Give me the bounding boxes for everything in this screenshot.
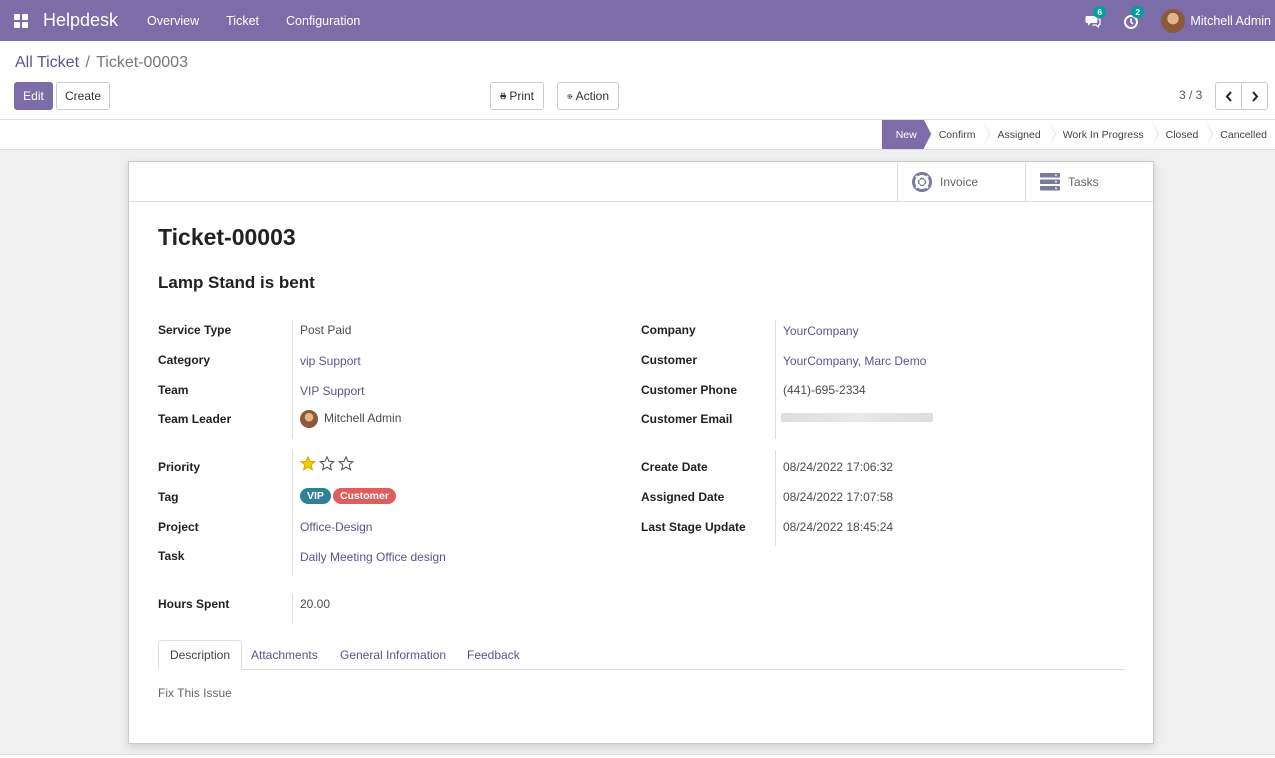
notebook-tabs: Description Attachments General Informat…	[158, 640, 1125, 670]
breadcrumb-separator: /	[85, 54, 90, 71]
invoice-smart-button[interactable]: Invoice	[897, 162, 1025, 202]
messages-icon[interactable]: 6	[1085, 5, 1107, 29]
company-label: Company	[641, 323, 696, 337]
priority-stars[interactable]	[299, 455, 357, 474]
activities-badge: 2	[1131, 5, 1145, 18]
tag-list: VIP Customer	[300, 488, 398, 504]
task-label: Task	[158, 549, 185, 563]
stage-work-in-progress[interactable]: Work In Progress	[1047, 120, 1159, 149]
print-icon	[500, 92, 506, 100]
print-button[interactable]: Print	[490, 82, 544, 110]
breadcrumb: All Ticket / Ticket-00003	[15, 54, 188, 72]
star-empty-icon[interactable]	[318, 455, 336, 474]
action-label: Action	[575, 89, 609, 103]
tag-customer: Customer	[332, 488, 396, 504]
user-name[interactable]: Mitchell Admin	[1190, 14, 1271, 28]
create-date-label: Create Date	[641, 460, 708, 474]
activities-clock-icon[interactable]: 2	[1123, 5, 1145, 29]
menu-overview[interactable]: Overview	[147, 14, 199, 28]
app-brand[interactable]: Helpdesk	[43, 10, 118, 31]
ticket-form-sheet: Invoice Tasks Ticket-00003 Lamp Stand is…	[128, 161, 1154, 744]
tab-feedback[interactable]: Feedback	[456, 640, 531, 670]
left-group2-divider	[292, 450, 293, 576]
messages-badge: 6	[1093, 5, 1107, 18]
control-panel: All Ticket / Ticket-00003 Edit Create Pr…	[0, 41, 1275, 120]
team-leader-value[interactable]: Mitchell Admin	[300, 410, 401, 428]
chevron-right-icon	[1251, 90, 1258, 102]
pager-previous-button[interactable]	[1215, 82, 1242, 110]
service-type-value: Post Paid	[300, 323, 352, 337]
user-avatar[interactable]	[1161, 8, 1186, 33]
stage-confirm[interactable]: Confirm	[923, 120, 991, 149]
tag-label: Tag	[158, 490, 179, 504]
action-button[interactable]: Action	[557, 82, 619, 110]
ticket-number: Ticket-00003	[158, 224, 296, 250]
apps-menu-icon[interactable]	[14, 13, 28, 28]
category-link[interactable]: vip Support	[300, 354, 361, 368]
stage-cancelled[interactable]: Cancelled	[1205, 120, 1275, 149]
create-button[interactable]: Create	[56, 82, 110, 110]
tasks-label: Tasks	[1068, 175, 1099, 189]
hours-spent-label: Hours Spent	[158, 597, 230, 611]
chevron-left-icon	[1225, 90, 1232, 102]
project-label: Project	[158, 520, 199, 534]
team-leader-label: Team Leader	[158, 412, 232, 426]
tasks-icon	[1040, 173, 1060, 191]
stage-pipeline: New Confirm Assigned Work In Progress Cl…	[881, 120, 1275, 149]
team-label: Team	[158, 383, 189, 397]
project-link[interactable]: Office-Design	[300, 520, 372, 534]
stage-assigned[interactable]: Assigned	[982, 120, 1056, 149]
stage-closed[interactable]: Closed	[1150, 120, 1213, 149]
footer-strip	[0, 754, 1275, 758]
top-navbar: Helpdesk Overview Ticket Configuration 6…	[0, 0, 1275, 41]
customer-label: Customer	[641, 353, 698, 367]
breadcrumb-current: Ticket-00003	[96, 54, 188, 71]
print-label: Print	[509, 89, 534, 103]
assigned-date-value: 08/24/2022 17:07:58	[783, 490, 894, 504]
team-leader-name: Mitchell Admin	[324, 411, 402, 426]
last-stage-update-value: 08/24/2022 18:45:24	[783, 520, 894, 534]
task-link[interactable]: Daily Meeting Office design	[300, 550, 446, 564]
pager-value: 3 / 3	[1179, 88, 1203, 102]
invoice-label: Invoice	[940, 175, 979, 189]
company-link[interactable]: YourCompany	[783, 324, 859, 338]
customer-link[interactable]: YourCompany, Marc Demo	[783, 354, 926, 368]
tasks-smart-button[interactable]: Tasks	[1025, 162, 1153, 202]
menu-ticket[interactable]: Ticket	[226, 14, 259, 28]
customer-phone-value: (441)-695-2334	[783, 383, 866, 397]
customer-email-redacted	[781, 410, 933, 424]
star-empty-icon[interactable]	[337, 455, 355, 474]
tab-attachments[interactable]: Attachments	[240, 640, 329, 670]
left-group-divider	[292, 320, 293, 439]
right-group-divider	[775, 320, 776, 439]
service-type-label: Service Type	[158, 323, 232, 337]
customer-phone-label: Customer Phone	[641, 383, 738, 397]
description-content: Fix This Issue	[158, 686, 232, 700]
hours-divider	[292, 594, 293, 624]
assigned-date-label: Assigned Date	[641, 490, 725, 504]
hours-spent-value: 20.00	[300, 597, 331, 611]
gear-icon	[567, 93, 573, 99]
tab-general-information[interactable]: General Information	[329, 640, 457, 670]
right-group2-divider	[775, 450, 776, 546]
status-bar: New Confirm Assigned Work In Progress Cl…	[0, 120, 1275, 150]
priority-label: Priority	[158, 460, 201, 474]
team-leader-avatar	[300, 410, 318, 428]
breadcrumb-all-ticket[interactable]: All Ticket	[15, 54, 79, 71]
pager-next-button[interactable]	[1241, 82, 1268, 110]
star-filled-icon[interactable]	[299, 455, 317, 474]
menu-configuration[interactable]: Configuration	[286, 14, 360, 28]
stage-new[interactable]: New	[881, 120, 932, 149]
customer-email-label: Customer Email	[641, 412, 733, 426]
team-link[interactable]: VIP Support	[300, 384, 365, 398]
tag-vip: VIP	[300, 488, 331, 504]
create-date-value: 08/24/2022 17:06:32	[783, 460, 894, 474]
edit-button[interactable]: Edit	[14, 82, 53, 110]
ticket-subject: Lamp Stand is bent	[158, 273, 315, 292]
tab-description[interactable]: Description	[158, 640, 243, 670]
last-stage-update-label: Last Stage Update	[641, 520, 746, 534]
lifebuoy-icon	[912, 172, 932, 192]
smart-button-box: Invoice Tasks	[129, 162, 1153, 202]
category-label: Category	[158, 353, 211, 367]
